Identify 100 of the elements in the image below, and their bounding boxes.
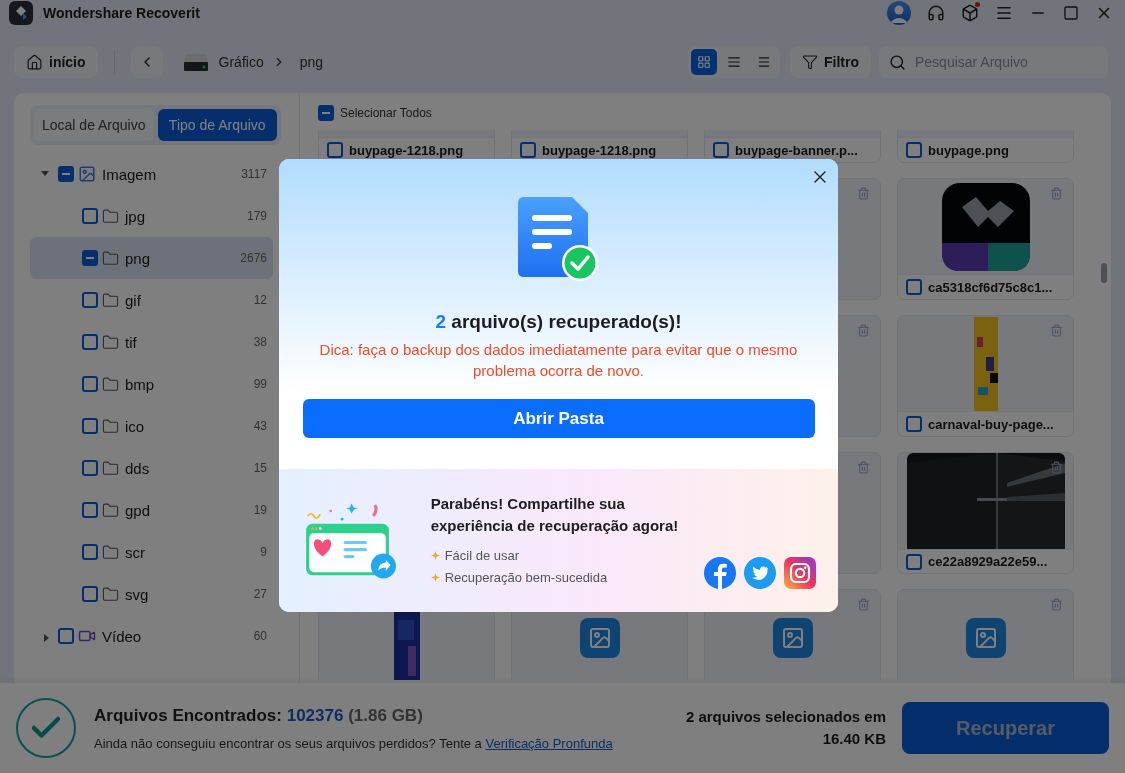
tree-item[interactable]: svg 27	[30, 573, 273, 615]
tree-item[interactable]: png 2676	[30, 237, 273, 279]
checkbox[interactable]	[82, 502, 98, 518]
file-name: buypage-1218.png	[542, 142, 657, 158]
filter-button[interactable]: Filtro	[790, 46, 871, 78]
scrollbar-thumb[interactable]	[1101, 263, 1107, 283]
tree-item[interactable]: gif 12	[30, 279, 273, 321]
file-card[interactable]: ce22a8929a22e59...	[897, 452, 1074, 574]
headset-icon[interactable]	[927, 4, 945, 22]
trash-icon[interactable]	[1050, 461, 1063, 474]
checkbox[interactable]	[82, 544, 98, 560]
item-count: 9	[260, 545, 267, 559]
back-button[interactable]	[130, 46, 163, 78]
detail-view-icon	[727, 54, 741, 70]
folder-icon	[102, 291, 119, 309]
checkbox[interactable]	[906, 142, 922, 159]
tab[interactable]: Tipo de Arquivo	[157, 109, 277, 141]
tree-item[interactable]: scr 9	[30, 531, 273, 573]
file-card[interactable]: buypage-banner.p...	[704, 130, 881, 163]
dialog-title: 2 arquivo(s) recuperado(s)!	[435, 311, 682, 333]
item-count: 27	[253, 587, 267, 601]
checkbox[interactable]	[82, 208, 98, 224]
breadcrumb-item[interactable]: png	[299, 54, 324, 70]
tree-label: tif	[125, 333, 138, 351]
camera-icon[interactable]	[784, 556, 816, 589]
trash-icon[interactable]	[1050, 324, 1063, 337]
folder-icon	[102, 417, 119, 435]
trash-icon[interactable]	[857, 461, 870, 474]
trash-icon[interactable]	[857, 187, 870, 200]
breadcrumb-item[interactable]: Gráfico	[218, 54, 264, 70]
grid-view-icon	[697, 54, 711, 70]
home-button[interactable]: início	[14, 46, 98, 78]
folder-icon	[102, 501, 119, 519]
share-point: Fácil de usar	[444, 548, 520, 563]
cube-icon[interactable]	[961, 4, 979, 22]
checkbox[interactable]	[906, 416, 922, 433]
checkbox[interactable]	[906, 279, 922, 296]
tree-label: Vídeo	[102, 627, 143, 645]
file-card[interactable]: ca5318cf6d75c8c1...	[897, 178, 1074, 300]
checkbox[interactable]	[82, 418, 98, 434]
item-count: 19	[253, 503, 267, 517]
folder-icon	[102, 333, 119, 351]
folder-icon	[102, 585, 119, 603]
checkbox[interactable]	[318, 105, 334, 121]
facebook-icon[interactable]	[704, 556, 736, 589]
sparkle-icon	[430, 573, 440, 582]
file-name: buypage-1218.png	[349, 142, 464, 158]
item-count: 12	[253, 293, 267, 307]
tree-item[interactable]: tif 38	[30, 321, 273, 363]
menu-icon[interactable]	[995, 4, 1013, 22]
checkbox[interactable]	[82, 460, 98, 476]
home-icon	[26, 53, 43, 71]
checkbox[interactable]	[906, 553, 922, 570]
view-toggle[interactable]	[691, 49, 717, 75]
trash-icon[interactable]	[857, 598, 870, 611]
checkbox[interactable]	[713, 142, 729, 159]
file-name: buypage-banner.p...	[735, 142, 858, 158]
file-card[interactable]: carnaval-buy-page...	[897, 315, 1074, 437]
maximize-icon[interactable]	[1063, 5, 1079, 21]
tree-item[interactable]: dds 15	[30, 447, 273, 489]
item-count: 15	[253, 461, 267, 475]
trash-icon[interactable]	[1050, 187, 1063, 200]
sparkle-icon	[430, 551, 440, 560]
file-name: buypage.png	[928, 142, 1009, 158]
checkbox[interactable]	[520, 142, 536, 159]
checkbox[interactable]	[58, 166, 74, 182]
tree-item[interactable]: jpg 179	[30, 195, 273, 237]
checkbox[interactable]	[327, 142, 343, 159]
item-count: 38	[253, 335, 267, 349]
tab[interactable]: Local de Arquivo	[34, 109, 154, 141]
bird-icon[interactable]	[744, 556, 776, 589]
checkbox[interactable]	[82, 250, 98, 266]
checkbox[interactable]	[58, 628, 74, 644]
item-count: 2676	[240, 251, 267, 265]
checkbox[interactable]	[82, 586, 98, 602]
share-point: Recuperação bem-sucedida	[444, 570, 608, 585]
checkbox[interactable]	[82, 334, 98, 350]
checkbox[interactable]	[82, 292, 98, 308]
filter-icon	[802, 54, 818, 70]
checkbox[interactable]	[82, 376, 98, 392]
item-count: 3117	[241, 167, 267, 181]
folder-icon	[102, 375, 119, 393]
tree-item[interactable]: ico 43	[30, 405, 273, 447]
found-summary: Arquivos Encontrados: 102376 (1.86 GB)	[94, 705, 424, 726]
tree-item[interactable]: Imagem 3117	[30, 153, 273, 195]
tree-label: jpg	[125, 207, 147, 225]
tree-item[interactable]: gpd 19	[30, 489, 273, 531]
image-placeholder-icon	[579, 618, 620, 658]
file-card[interactable]: buypage.png	[897, 130, 1074, 163]
tree-label: ico	[125, 417, 146, 435]
tree-label: gif	[125, 291, 142, 309]
tree-item[interactable]: bmp 99	[30, 363, 273, 405]
trash-icon[interactable]	[1050, 598, 1063, 611]
image-icon	[78, 165, 96, 183]
deep-scan-link[interactable]: Verificação Pronfunda	[485, 735, 613, 751]
tree-item[interactable]: Vídeo 60	[30, 615, 273, 657]
open-folder-button[interactable]: Abrir Pasta	[302, 399, 815, 438]
avatar-icon[interactable]	[887, 1, 911, 25]
tree-label: png	[125, 249, 152, 267]
trash-icon[interactable]	[857, 324, 870, 337]
